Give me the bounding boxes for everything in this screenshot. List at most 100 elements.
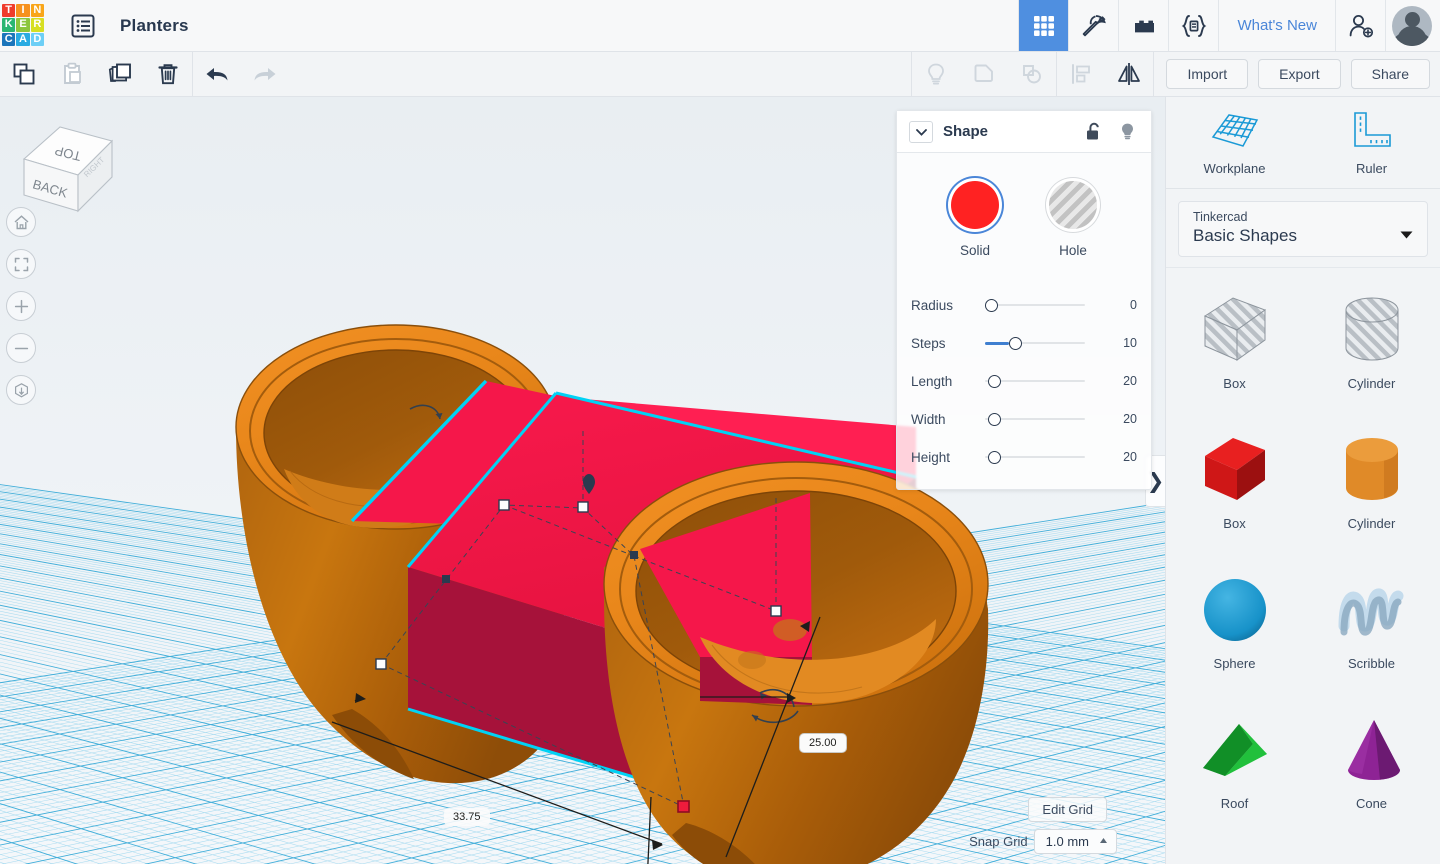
slider-value-radius[interactable]: 0 [1105,298,1137,312]
export-button[interactable]: Export [1258,59,1341,89]
copy-button[interactable] [0,52,48,97]
invite-person-button[interactable] [1335,0,1385,51]
inspector-title: Shape [943,123,989,140]
align-button[interactable] [1057,52,1105,97]
slider-track-steps[interactable] [985,335,1099,351]
grid-view-icon [1033,15,1054,36]
edit-grid-button[interactable]: Edit Grid [1028,797,1107,822]
slider-value-steps[interactable]: 10 [1105,336,1137,350]
copy-icon [13,63,35,85]
shape-cylinder-orange-label: Cylinder [1347,516,1396,531]
slider-track-length[interactable] [985,373,1099,389]
tinkercad-logo[interactable]: TINKERCAD [0,2,46,48]
shape-sphere-blue-art [1195,566,1275,654]
shape-scribble-label: Scribble [1348,656,1395,671]
shape-cone-purple-art [1332,706,1412,794]
logo-tile-n: N [30,4,44,18]
note-light-button[interactable] [912,52,960,97]
duplicate-button[interactable] [96,52,144,97]
logo-tile-a: A [16,32,30,46]
shape-partial-teal-art [1195,846,1275,864]
plus-icon [14,299,28,313]
codeblocks-icon-button[interactable] [1168,0,1219,51]
stepper-caret-icon [1100,838,1107,843]
redo-button[interactable] [241,52,289,97]
fit-to-view-button[interactable] [6,249,36,279]
shapes-sidebar: Workplane Ruler Tinkercad Basic Shapes B… [1165,97,1440,864]
hole-option[interactable]: Hole [1049,181,1097,258]
workplane-tool[interactable]: Workplane [1166,97,1303,188]
ungroup-button[interactable] [1008,52,1056,97]
slider-row-radius: Radius 0 [911,286,1137,324]
dimension-label-length[interactable]: 33.75 [444,808,490,826]
project-menu-button[interactable] [60,0,106,51]
shape-roof-green-label: Roof [1220,796,1249,811]
shape-cylinder-hole-label: Cylinder [1347,376,1396,391]
paste-button[interactable] [48,52,96,97]
shape-box-red[interactable]: Box [1166,418,1303,558]
slider-value-length[interactable]: 20 [1105,374,1137,388]
slider-track-width[interactable] [985,411,1099,427]
shape-box-hole[interactable]: Box [1166,278,1303,418]
shape-sphere-blue[interactable]: Sphere [1166,558,1303,698]
shape-partial-red[interactable] [1303,838,1440,864]
slider-value-height[interactable]: 20 [1105,450,1137,464]
solid-swatch [951,181,999,229]
slider-row-height: Height 20 [911,438,1137,476]
ruler-tool[interactable]: Ruler [1303,97,1440,188]
lego-brick-icon-button[interactable] [1118,0,1169,51]
slider-knob-length[interactable] [987,374,1001,388]
zoom-out-button[interactable] [6,333,36,363]
slider-knob-steps[interactable] [1009,336,1023,350]
group-button[interactable] [960,52,1008,97]
slider-track-radius[interactable] [985,297,1099,313]
solid-option[interactable]: Solid [951,181,999,258]
shape-cone-purple[interactable]: Cone [1303,698,1440,838]
zoom-in-button[interactable] [6,291,36,321]
shape-cylinder-hole[interactable]: Cylinder [1303,278,1440,418]
dimension-label-width[interactable]: 25.00 [799,733,847,753]
slider-track-height[interactable] [985,449,1099,465]
logo-tile-k: K [2,18,16,32]
shape-partial-teal[interactable] [1166,838,1303,864]
shape-roof-green[interactable]: Roof [1166,698,1303,838]
delete-button[interactable] [144,52,192,97]
share-button[interactable]: Share [1350,59,1430,89]
hole-label: Hole [1059,243,1087,258]
logo-tile-t: T [2,4,16,18]
inspector-collapse-button[interactable] [909,120,933,143]
workplane-grid-icon [1211,114,1258,147]
grid-view-icon-button[interactable] [1018,0,1069,51]
slider-label-steps: Steps [911,335,946,351]
undo-button[interactable] [193,52,241,97]
lock-toggle-button[interactable] [1081,122,1105,141]
logo-tile-c: C [2,32,16,46]
shape-cylinder-orange[interactable]: Cylinder [1303,418,1440,558]
slider-knob-height[interactable] [987,450,1001,464]
whats-new-link[interactable]: What's New [1218,0,1335,51]
mirror-button[interactable] [1105,52,1153,97]
ungroup-icon [1023,65,1042,84]
slider-row-width: Width 20 [911,400,1137,438]
shape-scribble[interactable]: Scribble [1303,558,1440,698]
ortho-perspective-button[interactable] [6,375,36,405]
tinkercad-app: TINKERCAD Planters What's New Import Exp… [0,0,1440,864]
shape-library-select[interactable]: Tinkercad Basic Shapes [1178,201,1428,257]
document-title[interactable]: Planters [106,0,189,51]
minecraft-pickaxe-icon-button[interactable] [1068,0,1119,51]
snap-grid-select[interactable]: 1.0 mm [1033,829,1117,854]
highlight-light-button[interactable] [1115,122,1139,141]
mirror-flip-icon [1118,63,1141,85]
slider-knob-width[interactable] [987,412,1001,426]
import-button[interactable]: Import [1166,59,1249,89]
undo-arrow-icon [206,68,228,81]
user-avatar[interactable] [1392,5,1432,46]
logo-tile-e: E [16,18,30,32]
sidebar-tools-row: Workplane Ruler [1166,97,1440,189]
slider-row-length: Length 20 [911,362,1137,400]
home-view-button[interactable] [6,207,36,237]
slider-knob-radius[interactable] [985,298,998,312]
slider-value-width[interactable]: 20 [1105,412,1137,426]
library-collection: Basic Shapes [1193,226,1297,245]
slider-label-width: Width [911,411,946,427]
